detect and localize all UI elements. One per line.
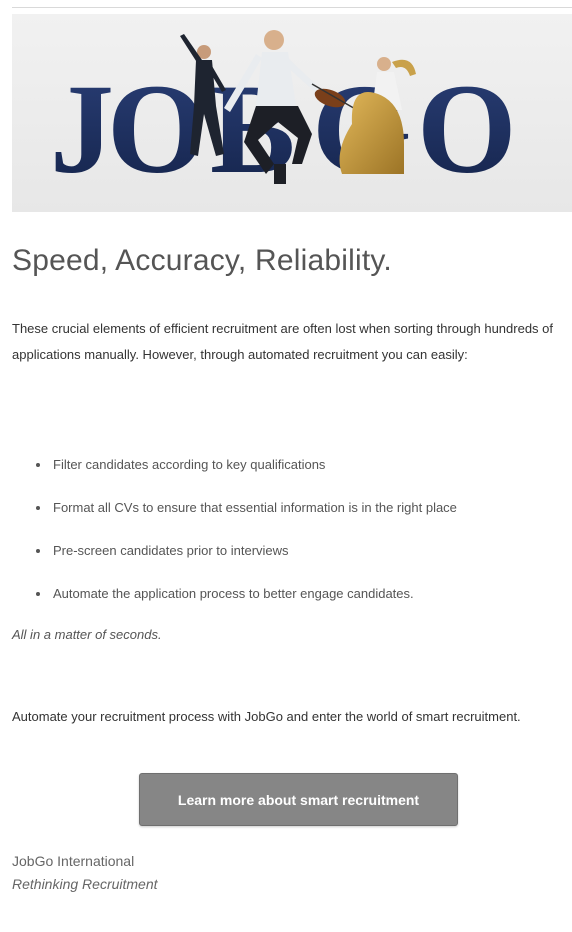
list-item-text: Automate the application process to bett… <box>53 586 414 601</box>
svg-text:J: J <box>50 58 114 200</box>
tagline: All in a matter of seconds. <box>12 627 162 642</box>
list-item-text: Format all CVs to ensure that essential … <box>53 500 457 515</box>
bullet-icon <box>36 506 40 510</box>
list-item-text: Pre-screen candidates prior to interview… <box>53 543 289 558</box>
learn-more-button[interactable]: Learn more about smart recruitment <box>139 773 458 826</box>
list-item: Filter candidates according to key quali… <box>12 451 567 494</box>
bullet-icon <box>36 592 40 596</box>
bullet-icon <box>36 549 40 553</box>
cta-paragraph: Automate your recruitment process with J… <box>12 709 521 724</box>
svg-text:O: O <box>417 58 517 200</box>
svg-text:O: O <box>107 58 207 200</box>
intro-paragraph: These crucial elements of efficient recr… <box>12 321 553 362</box>
list-item: Format all CVs to ensure that essential … <box>12 494 567 537</box>
jobgo-logo-illustration: J O B G O <box>50 30 517 200</box>
top-divider <box>12 7 572 8</box>
list-item-text: Filter candidates according to key quali… <box>53 457 326 472</box>
list-item: Pre-screen candidates prior to interview… <box>12 537 567 580</box>
hero-banner: J O B G O <box>12 14 572 212</box>
bullet-icon <box>36 463 40 467</box>
signature-company: JobGo International <box>12 853 135 869</box>
list-item: Automate the application process to bett… <box>12 580 567 623</box>
page-headline: Speed, Accuracy, Reliability. <box>12 244 392 277</box>
benefits-list: Filter candidates according to key quali… <box>12 451 567 623</box>
signature-slogan: Rethinking Recruitment <box>12 876 158 892</box>
